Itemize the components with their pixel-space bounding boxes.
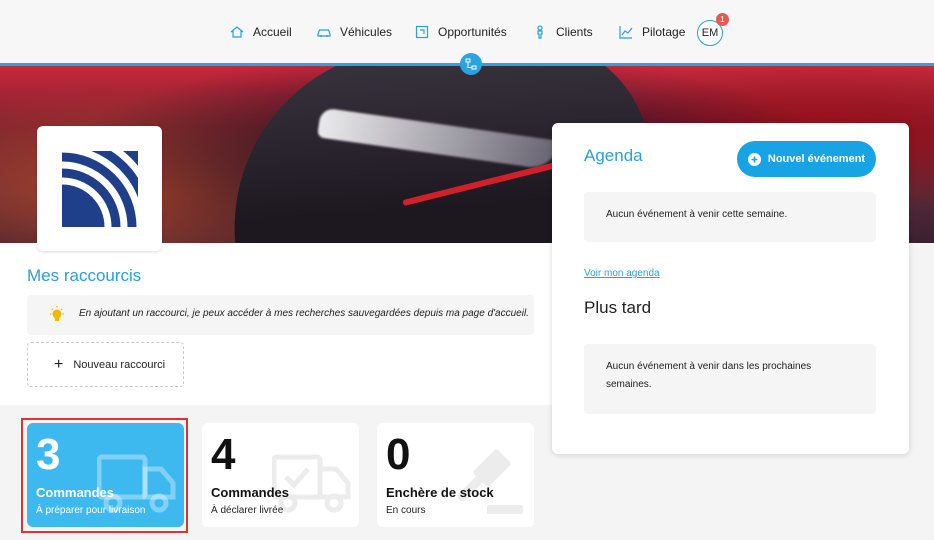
new-event-button[interactable]: Nouvel événement [737, 141, 876, 177]
nav-item-vehicules[interactable]: Véhicules [316, 22, 392, 42]
stat-card-stock-auction[interactable]: 0 Enchère de stock En cours [377, 423, 534, 527]
switch-view-button[interactable] [460, 53, 482, 75]
selection-highlight [21, 418, 188, 533]
stat-number: 4 [211, 430, 236, 479]
home-icon [230, 26, 244, 38]
lightbulb-icon [50, 306, 64, 321]
stat-number: 0 [386, 430, 411, 479]
empty-later-message: Aucun événement à venir dans les prochai… [584, 344, 876, 414]
new-event-label: Nouvel événement [767, 153, 866, 165]
stat-subtitle: En cours [386, 505, 426, 516]
shortcut-tip-text: En ajoutant un raccourci, je peux accéde… [79, 308, 529, 319]
plus-icon: + [54, 355, 64, 373]
opportunity-icon [415, 25, 429, 39]
new-shortcut-button[interactable]: + Nouveau raccourci [27, 342, 184, 387]
new-shortcut-label: Nouveau raccourci [73, 358, 166, 371]
stat-title: Enchère de stock [386, 485, 494, 500]
gavel-icon [457, 449, 523, 514]
shortcuts-title: Mes raccourcis [27, 266, 142, 285]
nav-label: Clients [556, 25, 593, 39]
truck-check-icon [272, 454, 351, 513]
agenda-panel: Agenda Nouvel événement Aucun événement … [552, 123, 909, 454]
stat-card-orders-to-declare[interactable]: 4 Commandes À déclarer livrée [202, 423, 359, 527]
notification-badge: 1 [716, 13, 729, 26]
car-icon [317, 29, 331, 37]
plus-circle-icon [747, 152, 761, 166]
empty-week-message: Aucun événement à venir cette semaine. [584, 192, 876, 242]
agenda-title: Agenda [584, 146, 643, 165]
nav-label: Pilotage [642, 25, 686, 39]
later-title: Plus tard [584, 298, 652, 317]
nav-label: Accueil [253, 25, 292, 39]
person-icon [537, 25, 543, 39]
chart-icon [619, 26, 633, 39]
nav-item-pilotage[interactable]: Pilotage [618, 22, 685, 42]
nav-item-clients[interactable]: Clients [532, 22, 593, 42]
shortcut-tip: En ajoutant un raccourci, je peux accéde… [27, 295, 534, 335]
nav-item-opportunites[interactable]: Opportunités [414, 22, 507, 42]
nav-label: Véhicules [340, 25, 393, 39]
sitemap-icon [465, 58, 477, 70]
stat-title: Commandes [211, 485, 290, 500]
nav-label: Opportunités [438, 25, 507, 39]
view-agenda-link[interactable]: Voir mon agenda [584, 268, 660, 279]
stat-subtitle: À déclarer livrée [211, 505, 284, 516]
nav-item-accueil[interactable]: Accueil [229, 22, 292, 42]
brand-logo [61, 150, 138, 227]
dealer-logo-card [37, 126, 162, 251]
